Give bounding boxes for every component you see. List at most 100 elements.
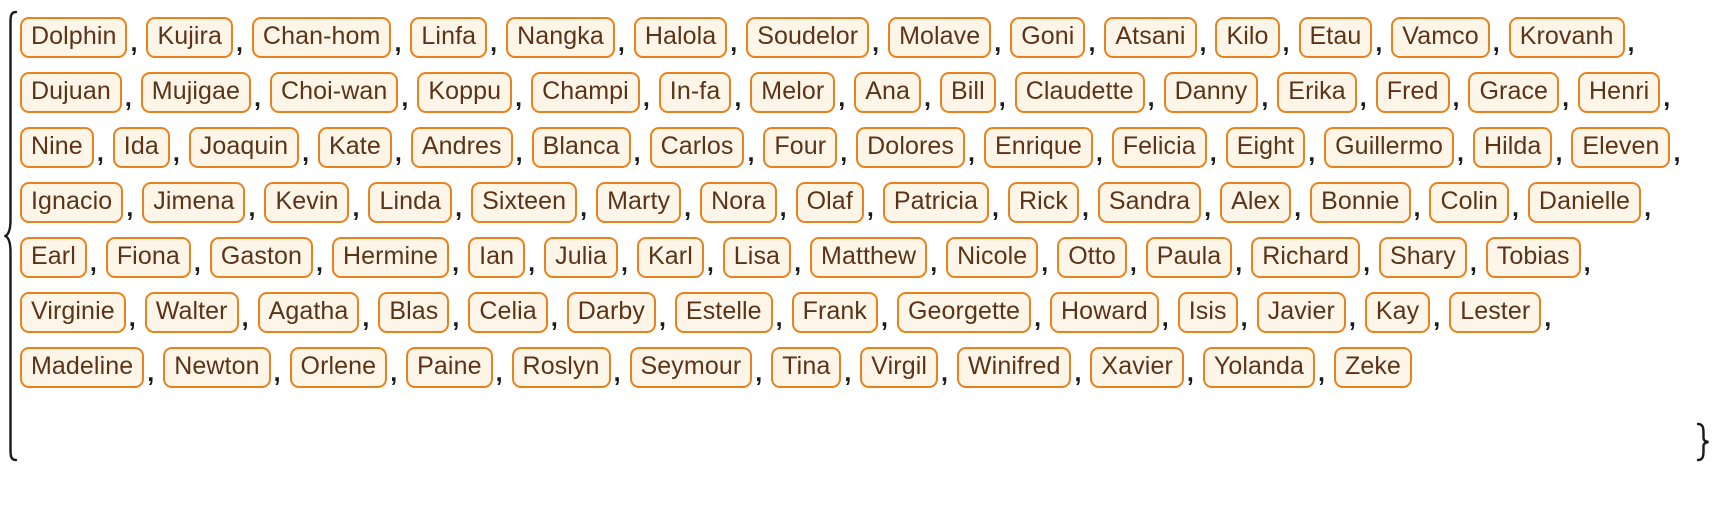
name-pill[interactable]: Agatha bbox=[257, 291, 360, 333]
name-pill[interactable]: Virgil bbox=[860, 346, 939, 388]
name-pill[interactable]: Bill bbox=[940, 71, 996, 113]
name-pill[interactable]: Kevin bbox=[264, 181, 350, 223]
name-pill[interactable]: Halola bbox=[633, 16, 728, 58]
name-pill[interactable]: Blanca bbox=[531, 126, 631, 168]
name-pill[interactable]: Joaquin bbox=[188, 126, 300, 168]
name-pill[interactable]: Colin bbox=[1429, 181, 1509, 223]
name-pill[interactable]: Gaston bbox=[209, 236, 314, 278]
name-pill[interactable]: Felicia bbox=[1111, 126, 1207, 168]
name-pill[interactable]: Chan-hom bbox=[251, 16, 392, 58]
name-pill[interactable]: Seymour bbox=[629, 346, 753, 388]
name-pill[interactable]: Paine bbox=[406, 346, 493, 388]
name-pill[interactable]: Dolores bbox=[856, 126, 966, 168]
name-pill[interactable]: Henri bbox=[1578, 71, 1661, 113]
name-pill[interactable]: Eleven bbox=[1571, 126, 1671, 168]
name-pill[interactable]: Choi-wan bbox=[269, 71, 399, 113]
name-pill[interactable]: Shary bbox=[1379, 236, 1467, 278]
name-pill[interactable]: Champi bbox=[531, 71, 640, 113]
name-pill[interactable]: Lester bbox=[1449, 291, 1542, 333]
name-pill[interactable]: Guillermo bbox=[1324, 126, 1455, 168]
name-pill[interactable]: Karl bbox=[636, 236, 704, 278]
name-pill[interactable]: Molave bbox=[888, 16, 992, 58]
name-pill[interactable]: Paula bbox=[1145, 236, 1233, 278]
name-pill[interactable]: Hermine bbox=[331, 236, 450, 278]
name-pill[interactable]: Nangka bbox=[506, 16, 615, 58]
name-pill[interactable]: Rick bbox=[1007, 181, 1079, 223]
name-pill[interactable]: Claudette bbox=[1014, 71, 1145, 113]
name-pill[interactable]: Hilda bbox=[1472, 126, 1553, 168]
name-pill[interactable]: Goni bbox=[1010, 16, 1086, 58]
name-pill[interactable]: Krovanh bbox=[1508, 16, 1625, 58]
name-pill[interactable]: Matthew bbox=[810, 236, 928, 278]
name-pill[interactable]: Walter bbox=[144, 291, 239, 333]
name-pill[interactable]: Lisa bbox=[722, 236, 792, 278]
name-pill[interactable]: Eight bbox=[1225, 126, 1306, 168]
name-pill[interactable]: Ida bbox=[112, 126, 170, 168]
name-pill[interactable]: Erika bbox=[1277, 71, 1357, 113]
name-pill[interactable]: Richard bbox=[1251, 236, 1361, 278]
name-pill[interactable]: Danielle bbox=[1527, 181, 1642, 223]
name-pill[interactable]: Ian bbox=[468, 236, 526, 278]
name-pill[interactable]: Jimena bbox=[142, 181, 246, 223]
name-pill[interactable]: Tobias bbox=[1485, 236, 1581, 278]
name-pill[interactable]: Vamco bbox=[1391, 16, 1490, 58]
name-pill[interactable]: Olaf bbox=[795, 181, 864, 223]
name-pill[interactable]: Blas bbox=[378, 291, 450, 333]
name-pill[interactable]: Otto bbox=[1057, 236, 1127, 278]
name-pill[interactable]: Atsani bbox=[1104, 16, 1197, 58]
name-pill[interactable]: Yolanda bbox=[1202, 346, 1315, 388]
name-pill[interactable]: Celia bbox=[468, 291, 548, 333]
name-pill[interactable]: Danny bbox=[1163, 71, 1259, 113]
name-pill[interactable]: Four bbox=[763, 126, 838, 168]
name-pill[interactable]: Ana bbox=[854, 71, 922, 113]
name-pill[interactable]: Julia bbox=[544, 236, 619, 278]
name-pill[interactable]: Sixteen bbox=[471, 181, 578, 223]
name-pill[interactable]: Frank bbox=[791, 291, 879, 333]
name-pill[interactable]: Enrique bbox=[983, 126, 1093, 168]
name-pill[interactable]: Marty bbox=[596, 181, 682, 223]
name-pill[interactable]: In-fa bbox=[658, 71, 732, 113]
name-pill[interactable]: Javier bbox=[1256, 291, 1346, 333]
name-pill[interactable]: Linfa bbox=[410, 16, 488, 58]
name-pill[interactable]: Orlene bbox=[289, 346, 388, 388]
name-pill[interactable]: Nine bbox=[20, 126, 94, 168]
name-pill[interactable]: Roslyn bbox=[511, 346, 611, 388]
name-pill[interactable]: Mujigae bbox=[140, 71, 252, 113]
name-pill[interactable]: Andres bbox=[410, 126, 513, 168]
name-pill[interactable]: Estelle bbox=[674, 291, 773, 333]
name-pill[interactable]: Sandra bbox=[1097, 181, 1202, 223]
name-pill[interactable]: Newton bbox=[163, 346, 271, 388]
name-pill[interactable]: Carlos bbox=[649, 126, 745, 168]
name-pill[interactable]: Soudelor bbox=[746, 16, 870, 58]
name-pill[interactable]: Etau bbox=[1298, 16, 1373, 58]
name-pill[interactable]: Koppu bbox=[417, 71, 513, 113]
name-pill[interactable]: Earl bbox=[20, 236, 87, 278]
name-pill[interactable]: Kay bbox=[1364, 291, 1431, 333]
name-pill[interactable]: Howard bbox=[1050, 291, 1159, 333]
name-pill[interactable]: Fiona bbox=[105, 236, 191, 278]
name-pill[interactable]: Darby bbox=[566, 291, 656, 333]
name-pill[interactable]: Madeline bbox=[20, 346, 145, 388]
name-pill[interactable]: Alex bbox=[1220, 181, 1292, 223]
name-pill[interactable]: Virginie bbox=[20, 291, 126, 333]
name-pill[interactable]: Nicole bbox=[946, 236, 1039, 278]
name-pill[interactable]: Melor bbox=[750, 71, 836, 113]
name-pill[interactable]: Ignacio bbox=[20, 181, 124, 223]
name-pill[interactable]: Dujuan bbox=[20, 71, 122, 113]
name-pill[interactable]: Patricia bbox=[882, 181, 989, 223]
name-pill[interactable]: Dolphin bbox=[20, 16, 128, 58]
name-pill[interactable]: Nora bbox=[700, 181, 777, 223]
name-pill[interactable]: Kate bbox=[318, 126, 392, 168]
name-pill[interactable]: Isis bbox=[1177, 291, 1238, 333]
name-pill[interactable]: Fred bbox=[1375, 71, 1450, 113]
name-pill[interactable]: Georgette bbox=[896, 291, 1032, 333]
name-pill[interactable]: Bonnie bbox=[1310, 181, 1411, 223]
name-pill[interactable]: Tina bbox=[771, 346, 842, 388]
name-pill[interactable]: Grace bbox=[1468, 71, 1560, 113]
name-pill[interactable]: Kujira bbox=[146, 16, 233, 58]
name-pill[interactable]: Zeke bbox=[1333, 346, 1412, 388]
name-pill[interactable]: Xavier bbox=[1090, 346, 1184, 388]
name-pill[interactable]: Linda bbox=[368, 181, 453, 223]
name-pill[interactable]: Winifred bbox=[956, 346, 1072, 388]
name-pill[interactable]: Kilo bbox=[1215, 16, 1280, 58]
